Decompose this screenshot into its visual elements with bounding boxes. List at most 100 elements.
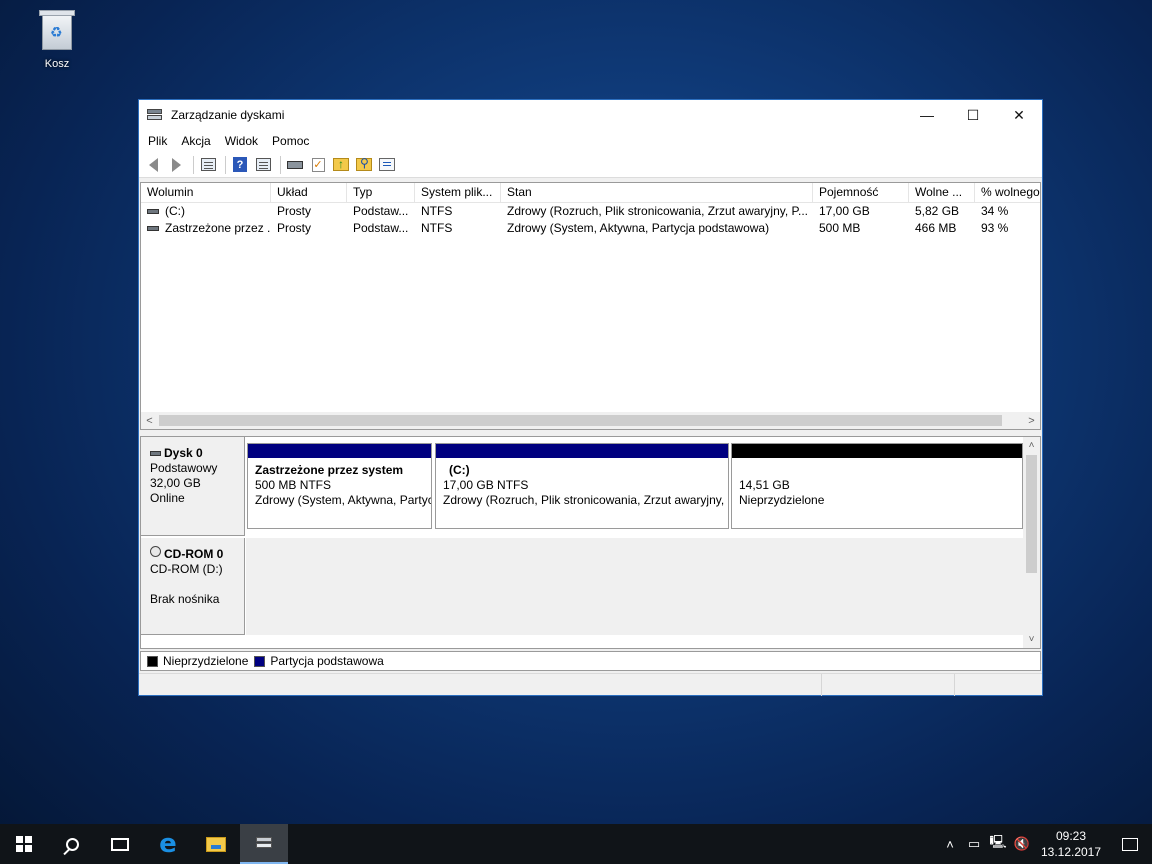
open-button[interactable] bbox=[331, 155, 351, 175]
disk-0-row: Dysk 0 Podstawowy 32,00 GB Online Zastrz… bbox=[141, 437, 1025, 536]
cdrom-0-label[interactable]: CD-ROM 0 CD-ROM (D:) Brak nośnika bbox=[141, 538, 245, 635]
notification-icon bbox=[1122, 837, 1138, 851]
cdrom-0-row: CD-ROM 0 CD-ROM (D:) Brak nośnika bbox=[141, 538, 1025, 636]
legend-primary-label: Partycja podstawowa bbox=[270, 654, 384, 668]
volume-free-space: 466 MB bbox=[915, 221, 957, 235]
table-row[interactable]: (C:) Prosty Podstaw... NTFS Zdrowy (Rozr… bbox=[141, 203, 1040, 220]
partition-c[interactable]: (C:) 17,00 GB NTFS Zdrowy (Rozruch, Plik… bbox=[435, 443, 729, 529]
show-hidden-icons-button[interactable]: ˄ bbox=[938, 824, 962, 864]
properties-button[interactable] bbox=[377, 155, 397, 175]
volume-capacity: 500 MB bbox=[819, 221, 861, 235]
forward-button[interactable] bbox=[166, 155, 186, 175]
menu-help[interactable]: Pomoc bbox=[265, 130, 316, 152]
cdrom-0-media: Brak nośnika bbox=[150, 592, 220, 606]
scroll-up-button[interactable]: ˄ bbox=[1023, 437, 1040, 454]
search-button[interactable] bbox=[48, 824, 96, 864]
volume-status: Zdrowy (System, Aktywna, Partycja podsta… bbox=[507, 221, 770, 235]
disk-graphical-view: Dysk 0 Podstawowy 32,00 GB Online Zastrz… bbox=[140, 436, 1041, 649]
disk-0-label[interactable]: Dysk 0 Podstawowy 32,00 GB Online bbox=[141, 437, 245, 536]
menu-file[interactable]: Plik bbox=[141, 130, 174, 152]
column-volume[interactable]: Wolumin bbox=[141, 183, 271, 203]
partition-status: Zdrowy (Rozruch, Plik stronicowania, Zrz… bbox=[443, 493, 728, 507]
drive-icon bbox=[287, 160, 303, 169]
show-hide-console-tree-button[interactable] bbox=[198, 155, 218, 175]
windows-start-icon bbox=[16, 836, 32, 852]
volume-type: Podstaw... bbox=[353, 204, 409, 218]
help-icon: ? bbox=[233, 157, 247, 172]
status-segment bbox=[822, 674, 955, 696]
disk-management-taskbar-button[interactable] bbox=[240, 824, 288, 864]
cdrom-0-drive: CD-ROM (D:) bbox=[150, 562, 223, 576]
back-arrow-icon bbox=[148, 157, 158, 172]
search-icon bbox=[65, 837, 79, 851]
legend-primary-swatch bbox=[254, 655, 266, 667]
volume-drive-icon bbox=[147, 226, 159, 231]
clock-date: 13.12.2017 bbox=[1040, 845, 1102, 859]
column-type[interactable]: Typ bbox=[347, 183, 415, 203]
cdrom-0-media-area[interactable] bbox=[246, 538, 1025, 635]
volume-type: Podstaw... bbox=[353, 221, 409, 235]
system-tray: ˄ ▭ 🖳 🔇 09:23 13.12.2017 bbox=[938, 824, 1152, 864]
vertical-scroll-thumb[interactable] bbox=[1026, 455, 1037, 573]
scroll-down-button[interactable]: ˅ bbox=[1023, 631, 1040, 648]
cdrom-0-name: CD-ROM 0 bbox=[164, 547, 224, 561]
start-button[interactable] bbox=[0, 824, 48, 864]
column-status[interactable]: Stan bbox=[501, 183, 813, 203]
volume-layout: Prosty bbox=[277, 221, 312, 235]
volume-muted-icon[interactable]: 🔇 bbox=[1010, 824, 1034, 864]
check-button[interactable]: ✓ bbox=[308, 155, 328, 175]
primary-partition-bar bbox=[436, 444, 728, 458]
maximize-button[interactable]: ☐ bbox=[950, 100, 996, 130]
partition-status: Zdrowy (System, Aktywna, Partycja podsta… bbox=[255, 493, 431, 507]
column-free-space[interactable]: Wolne ... bbox=[909, 183, 975, 203]
column-layout[interactable]: Układ bbox=[271, 183, 347, 203]
vertical-scrollbar[interactable]: ˄ ˅ bbox=[1023, 437, 1040, 648]
column-filesystem[interactable]: System plik... bbox=[415, 183, 501, 203]
network-icon[interactable]: 🖳 bbox=[986, 824, 1010, 864]
clock[interactable]: 09:23 13.12.2017 bbox=[1034, 828, 1108, 860]
table-row[interactable]: Zastrzeżone przez ... Prosty Podstaw... … bbox=[141, 220, 1040, 237]
volume-list: Wolumin Układ Typ System plik... Stan Po… bbox=[140, 182, 1041, 430]
partition-size: 500 MB NTFS bbox=[255, 478, 332, 492]
close-button[interactable]: ✕ bbox=[996, 100, 1042, 130]
taskbar: e ˄ ▭ 🖳 🔇 09:23 13.12.2017 bbox=[0, 824, 1152, 864]
menu-view[interactable]: Widok bbox=[218, 130, 265, 152]
help-button[interactable]: ? bbox=[230, 155, 250, 175]
explore-button[interactable] bbox=[354, 155, 374, 175]
menu-action[interactable]: Akcja bbox=[174, 130, 217, 152]
volume-filesystem: NTFS bbox=[421, 204, 453, 218]
volume-filesystem: NTFS bbox=[421, 221, 453, 235]
recycle-bin-label: Kosz bbox=[44, 58, 70, 70]
unallocated-bar bbox=[732, 444, 1022, 458]
edge-taskbar-button[interactable]: e bbox=[144, 824, 192, 864]
horizontal-scrollbar[interactable]: < > bbox=[141, 412, 1040, 429]
horizontal-scroll-thumb[interactable] bbox=[159, 415, 1002, 426]
primary-partition-bar bbox=[248, 444, 431, 458]
partition-unallocated[interactable]: 14,51 GB Nieprzydzielone bbox=[731, 443, 1023, 529]
recycle-bin-icon: ♻ bbox=[37, 8, 77, 52]
recycle-bin-shortcut[interactable]: ♻ Kosz bbox=[26, 8, 88, 70]
file-explorer-taskbar-button[interactable] bbox=[192, 824, 240, 864]
column-capacity[interactable]: Pojemność bbox=[813, 183, 909, 203]
volume-percent-free: 93 % bbox=[981, 221, 1009, 235]
partition-system-reserved[interactable]: Zastrzeżone przez system 500 MB NTFS Zdr… bbox=[247, 443, 432, 529]
task-view-icon bbox=[111, 837, 129, 851]
show-hide-action-pane-button[interactable] bbox=[253, 155, 273, 175]
clock-time: 09:23 bbox=[1055, 829, 1087, 843]
checklist-icon: ✓ bbox=[311, 157, 325, 172]
disk-management-app-icon bbox=[147, 108, 163, 122]
scroll-right-button[interactable]: > bbox=[1023, 412, 1040, 429]
connect-disk-button[interactable] bbox=[285, 155, 305, 175]
file-explorer-icon bbox=[206, 836, 226, 852]
device-icon[interactable]: ▭ bbox=[962, 824, 986, 864]
scroll-left-button[interactable]: < bbox=[141, 412, 158, 429]
console-tree-icon bbox=[200, 158, 216, 171]
action-center-button[interactable] bbox=[1108, 824, 1152, 864]
partition-name: Zastrzeżone przez system bbox=[255, 463, 404, 477]
column-percent-free[interactable]: % wolnego bbox=[975, 183, 1040, 203]
title-bar[interactable]: Zarządzanie dyskami — ☐ ✕ bbox=[139, 100, 1042, 130]
volume-percent-free: 34 % bbox=[981, 204, 1009, 218]
task-view-button[interactable] bbox=[96, 824, 144, 864]
back-button[interactable] bbox=[143, 155, 163, 175]
minimize-button[interactable]: — bbox=[904, 100, 950, 130]
